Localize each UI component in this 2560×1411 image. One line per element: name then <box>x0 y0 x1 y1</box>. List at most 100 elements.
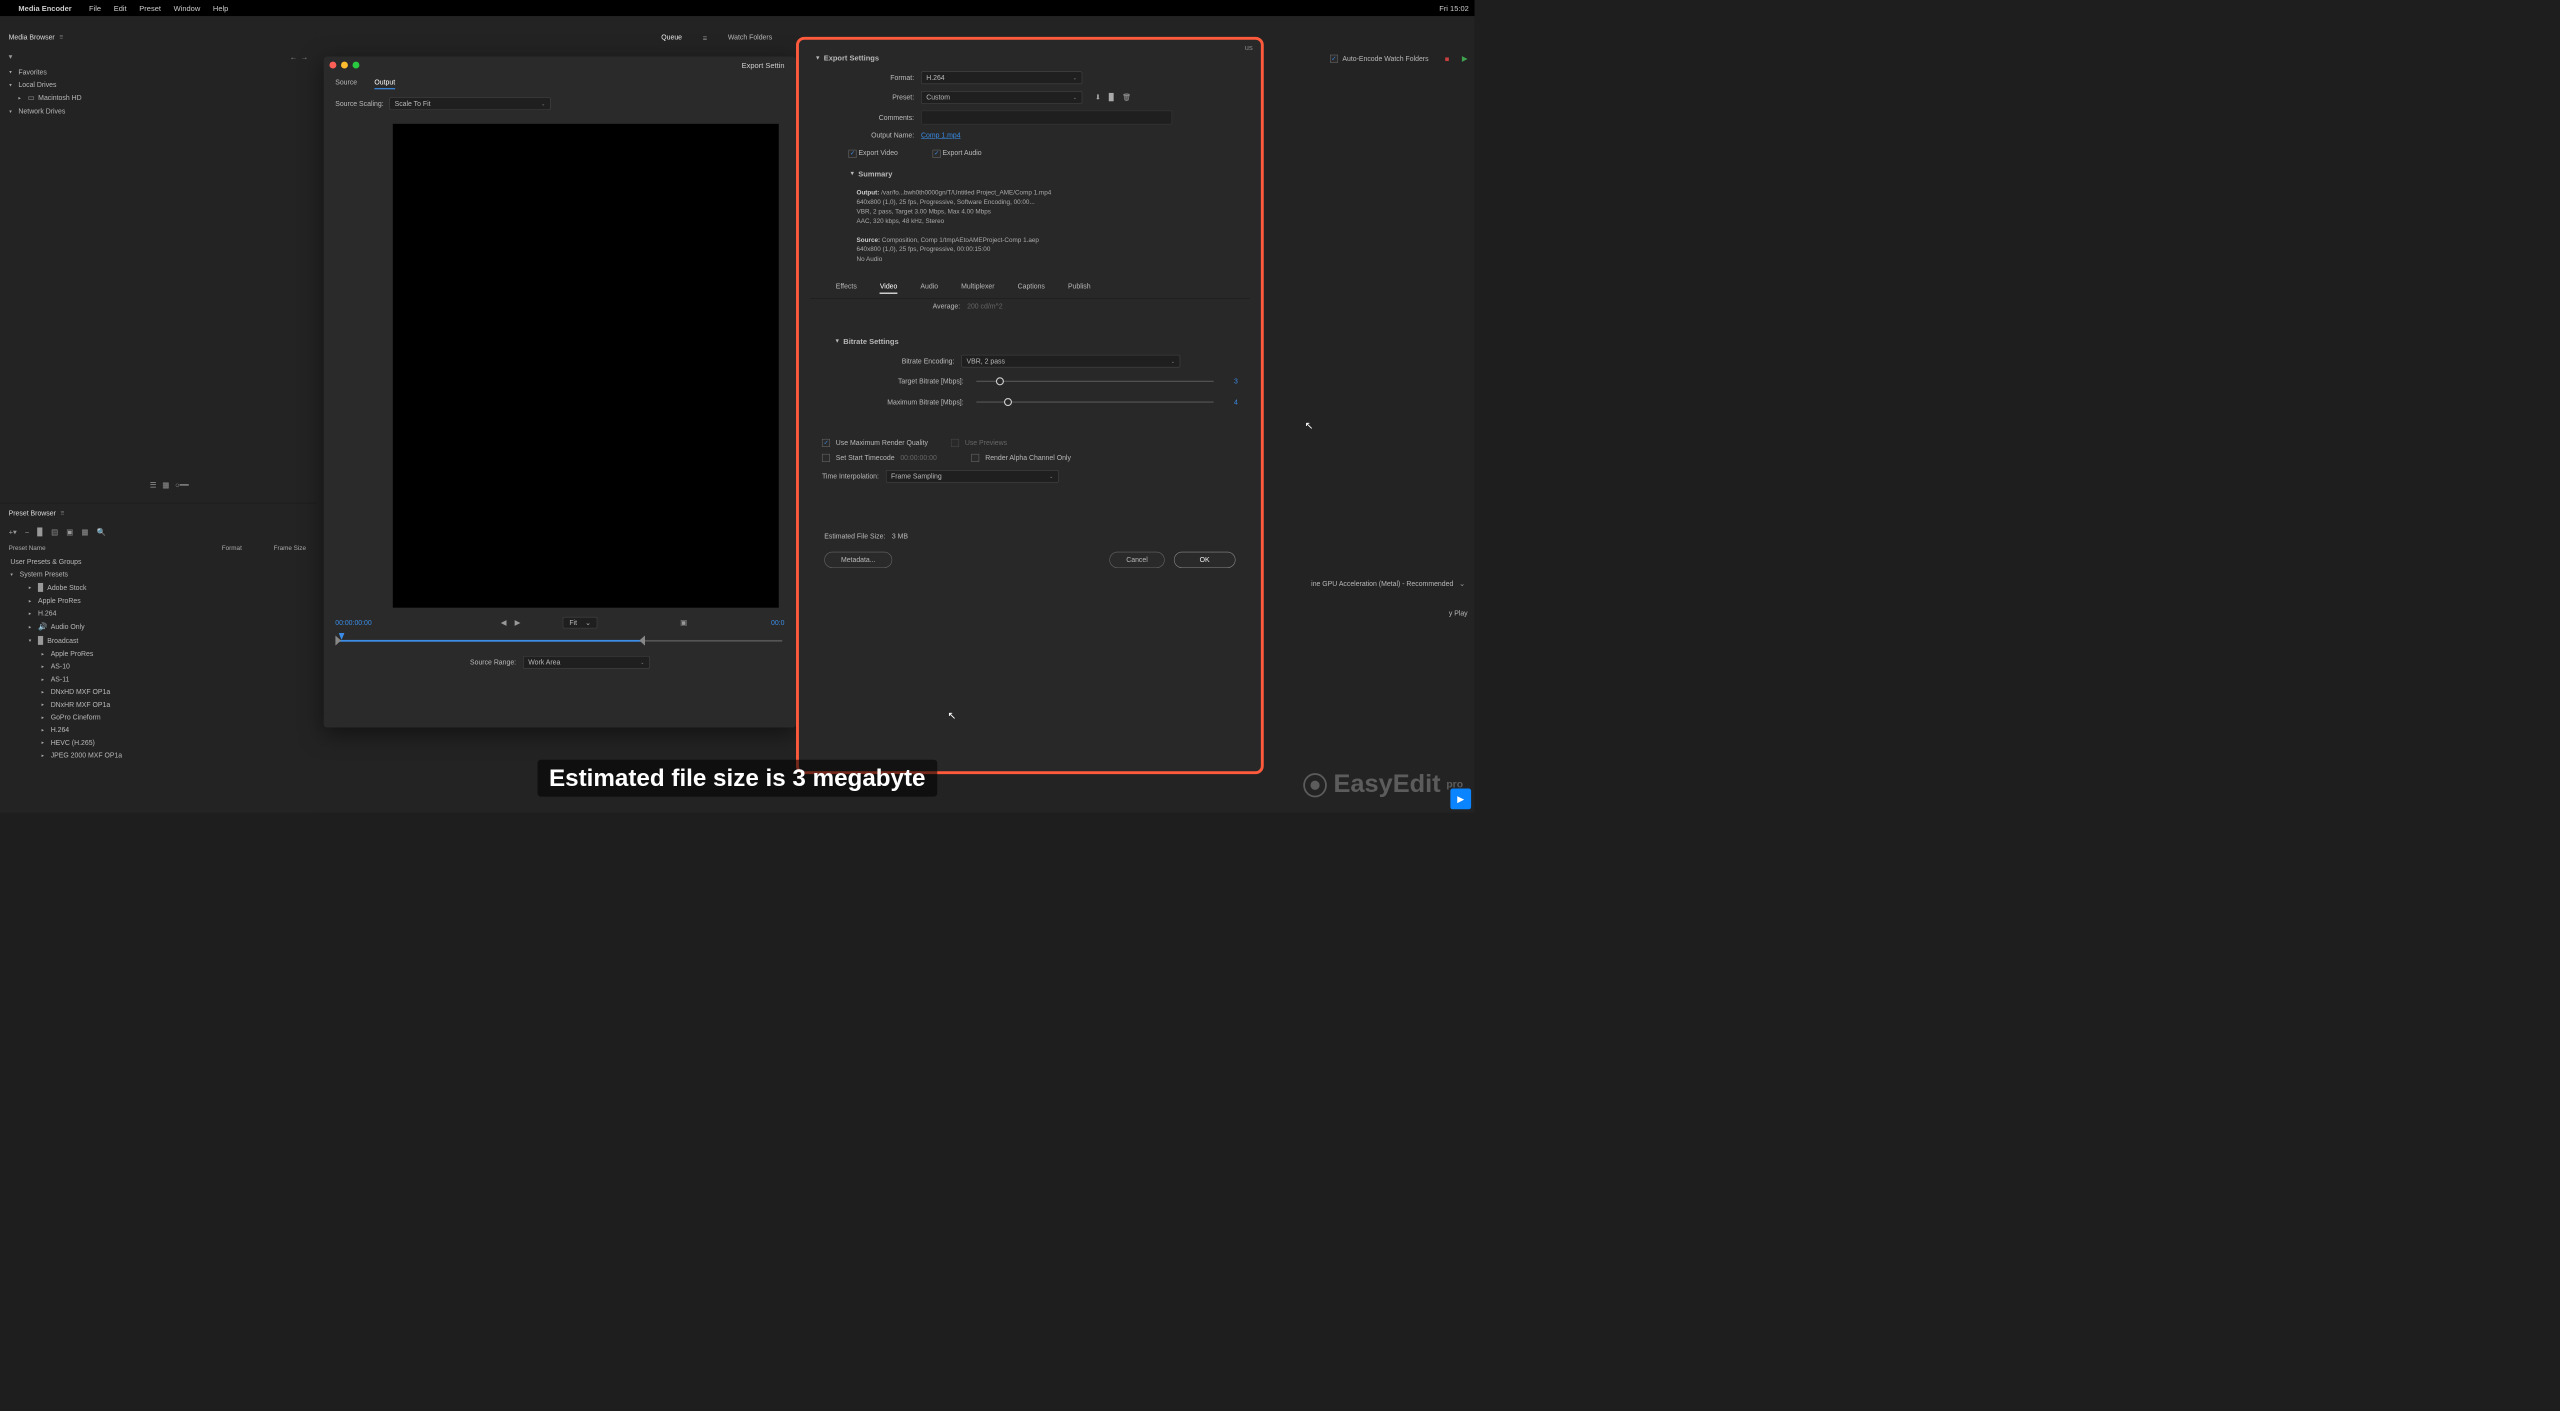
panel-menu-icon[interactable]: ≡ <box>60 510 64 517</box>
bitrate-encoding-dropdown[interactable]: VBR, 2 pass ⌄ <box>961 355 1180 368</box>
timecode-start[interactable]: 00:00:00:00 <box>335 619 372 627</box>
preset-gopro[interactable]: ▸GoPro Cineform <box>0 711 317 724</box>
add-preset-icon[interactable]: +▾ <box>9 528 17 537</box>
start-icon[interactable]: ▶ <box>1462 54 1468 63</box>
preset-dropdown[interactable]: Custom ⌄ <box>921 91 1082 104</box>
local-drives-item[interactable]: ▾Local Drives <box>6 78 311 91</box>
timeline-track[interactable] <box>335 635 784 647</box>
import-preset-icon[interactable]: ▣ <box>66 528 73 537</box>
delete-preset-icon[interactable]: 🗑 <box>1122 93 1131 101</box>
favorites-item[interactable]: ▾Favorites <box>6 66 311 79</box>
col-preset-name[interactable]: Preset Name <box>9 545 222 552</box>
menu-help[interactable]: Help <box>213 4 228 13</box>
user-presets-group[interactable]: User Presets & Groups <box>0 555 317 568</box>
delete-preset-icon[interactable]: − <box>25 528 29 537</box>
media-browser-tab[interactable]: Media Browser ≡ <box>0 28 317 48</box>
tab-captions[interactable]: Captions <box>1018 282 1045 294</box>
panel-menu-icon[interactable]: ≡ <box>703 33 707 42</box>
source-scaling-dropdown[interactable]: Scale To Fit ⌄ <box>389 97 550 110</box>
bitrate-settings-header[interactable]: ▾ Bitrate Settings <box>799 331 1261 351</box>
step-forward-icon[interactable]: ▶ <box>515 618 521 627</box>
settings-icon[interactable]: ▦ <box>81 528 88 537</box>
app-name[interactable]: Media Encoder <box>18 4 71 13</box>
cancel-button[interactable]: Cancel <box>1110 552 1165 568</box>
window-close-icon[interactable] <box>329 62 336 69</box>
preset-as11[interactable]: ▸AS-11 <box>0 673 317 686</box>
nav-back-icon[interactable]: ← <box>290 52 297 61</box>
play-badge-icon[interactable]: ▶ <box>1450 789 1471 810</box>
out-point-handle[interactable] <box>639 635 645 645</box>
macintosh-hd-item[interactable]: ▸▭Macintosh HD <box>6 91 311 105</box>
preset-browser-tab[interactable]: Preset Browser ≡ <box>0 503 317 523</box>
nav-forward-icon[interactable]: → <box>301 52 308 61</box>
export-settings-header[interactable]: ▾ Export Settings <box>799 48 1261 68</box>
format-dropdown[interactable]: H.264 ⌄ <box>921 71 1082 84</box>
preset-apple-prores[interactable]: ▸Apple ProRes <box>0 594 317 607</box>
window-zoom-icon[interactable] <box>353 62 360 69</box>
queue-tab[interactable]: Queue <box>661 33 682 42</box>
import-preset-icon[interactable]: ▉ <box>1109 93 1114 101</box>
col-format[interactable]: Format <box>222 545 274 552</box>
max-render-quality-checkbox[interactable] <box>822 439 830 447</box>
col-frame-size[interactable]: Frame Size <box>274 545 306 552</box>
tab-audio[interactable]: Audio <box>920 282 938 294</box>
tab-video[interactable]: Video <box>880 282 898 294</box>
panel-menu-icon[interactable]: ≡ <box>59 34 63 41</box>
preset-adobe-stock[interactable]: ▸▉Adobe Stock <box>0 581 317 595</box>
new-folder-icon[interactable]: ▉ <box>37 528 43 537</box>
system-presets-group[interactable]: ▾System Presets <box>0 568 317 581</box>
menu-preset[interactable]: Preset <box>139 4 161 13</box>
aspect-icon[interactable]: ▣ <box>680 618 687 627</box>
watch-folders-tab[interactable]: Watch Folders <box>728 33 772 42</box>
menu-edit[interactable]: Edit <box>114 4 127 13</box>
zoom-slider-icon[interactable]: ○━━ <box>175 480 189 489</box>
output-name-link[interactable]: Comp 1.mp4 <box>921 131 961 139</box>
save-preset-icon[interactable]: ⬇ <box>1095 93 1101 101</box>
metadata-button[interactable]: Metadata... <box>824 552 892 568</box>
menu-file[interactable]: File <box>89 4 101 13</box>
preset-dnxhr[interactable]: ▸DNxHR MXF OP1a <box>0 698 317 711</box>
playhead-icon[interactable] <box>339 633 345 640</box>
summary-header[interactable]: ▾ Summary <box>799 163 1261 183</box>
in-point-handle[interactable] <box>335 635 341 645</box>
preset-h264-bc[interactable]: ▸H.264 <box>0 723 317 736</box>
tab-publish[interactable]: Publish <box>1068 282 1091 294</box>
view-thumb-icon[interactable]: ▦ <box>162 480 169 489</box>
max-bitrate-value[interactable]: 4 <box>1226 398 1238 406</box>
target-bitrate-slider[interactable] <box>976 376 1213 388</box>
search-icon[interactable]: 🔍 <box>97 528 106 537</box>
render-alpha-checkbox[interactable] <box>971 454 979 462</box>
preset-dnxhd[interactable]: ▸DNxHD MXF OP1a <box>0 685 317 698</box>
edit-preset-icon[interactable]: ▤ <box>51 528 58 537</box>
export-audio-checkbox[interactable] <box>932 149 940 157</box>
filter-icon[interactable]: ▾ <box>9 52 13 61</box>
time-interp-dropdown[interactable]: Frame Sampling ⌄ <box>886 470 1059 483</box>
step-back-icon[interactable]: ◀ <box>501 618 507 627</box>
menu-window[interactable]: Window <box>174 4 201 13</box>
stop-icon[interactable]: ■ <box>1445 54 1450 63</box>
preset-jpeg2000[interactable]: ▸JPEG 2000 MXF OP1a <box>0 749 317 762</box>
window-minimize-icon[interactable] <box>341 62 348 69</box>
preset-as10[interactable]: ▸AS-10 <box>0 660 317 673</box>
ok-button[interactable]: OK <box>1174 552 1236 568</box>
preset-broadcast[interactable]: ▾▉Broadcast <box>0 634 317 648</box>
view-list-icon[interactable]: ☰ <box>150 480 157 489</box>
preset-h264[interactable]: ▸H.264 <box>0 607 317 620</box>
auto-encode-checkbox[interactable] <box>1330 55 1338 63</box>
preset-hevc[interactable]: ▸HEVC (H.265) <box>0 736 317 749</box>
tab-multiplexer[interactable]: Multiplexer <box>961 282 994 294</box>
set-start-timecode-checkbox[interactable] <box>822 454 830 462</box>
source-tab[interactable]: Source <box>335 78 357 89</box>
target-bitrate-value[interactable]: 3 <box>1226 377 1238 385</box>
export-video-checkbox[interactable] <box>848 149 856 157</box>
comments-input[interactable] <box>921 111 1172 125</box>
network-drives-item[interactable]: ▾Network Drives <box>6 105 311 118</box>
output-tab[interactable]: Output <box>374 78 395 89</box>
chevron-down-icon[interactable]: ⌄ <box>1459 579 1465 588</box>
source-range-dropdown[interactable]: Work Area ⌄ <box>523 656 650 669</box>
preset-apple-prores-2[interactable]: ▸Apple ProRes <box>0 647 317 660</box>
tab-effects[interactable]: Effects <box>836 282 857 294</box>
fit-dropdown[interactable]: Fit ⌄ <box>563 617 597 629</box>
preset-audio-only[interactable]: ▸🔊Audio Only <box>0 620 317 634</box>
max-bitrate-slider[interactable] <box>976 396 1213 408</box>
